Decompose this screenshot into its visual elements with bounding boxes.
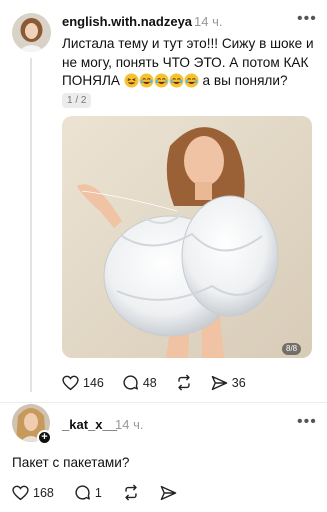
repost-icon xyxy=(125,484,137,501)
send-icon xyxy=(160,485,177,500)
joy-emoji xyxy=(154,73,169,88)
repost-icon xyxy=(178,374,190,391)
share-count: 36 xyxy=(231,375,246,390)
comment-button[interactable]: 48 xyxy=(122,374,157,391)
repost-button[interactable] xyxy=(175,374,193,391)
post-actions: 146 48 36 xyxy=(62,374,246,391)
comment-icon xyxy=(123,375,138,390)
post-image[interactable] xyxy=(62,116,312,358)
reply-comment-count: 1 xyxy=(94,485,102,500)
reply-text: Пакет с пакетами? xyxy=(12,455,130,470)
follow-plus-icon[interactable]: + xyxy=(37,430,52,445)
heart-icon xyxy=(12,485,29,500)
post-time: 14 ч. xyxy=(194,14,223,29)
reply-share-button[interactable] xyxy=(160,485,177,501)
heart-icon xyxy=(62,375,79,390)
more-horizontal-icon[interactable]: ••• xyxy=(297,414,317,430)
thread-line xyxy=(30,58,32,392)
share-button[interactable]: 36 xyxy=(211,375,246,391)
reply-like-count: 168 xyxy=(33,485,54,500)
comment-count: 48 xyxy=(142,375,157,390)
like-button[interactable]: 146 xyxy=(62,375,104,391)
divider xyxy=(0,402,327,403)
more-horizontal-icon[interactable]: ••• xyxy=(297,11,317,27)
reply-repost-button[interactable] xyxy=(122,484,140,501)
reply-username[interactable]: _kat_x__ xyxy=(62,417,117,432)
post-text: Листала тему и тут это!!! Сижу в шоке и … xyxy=(62,35,324,91)
joy-emoji xyxy=(139,73,154,88)
reply-time: 14 ч. xyxy=(115,417,144,432)
reply-comment-button[interactable]: 1 xyxy=(74,484,102,501)
emoji-row xyxy=(124,73,199,88)
text-pager: 1 / 2 xyxy=(62,93,92,108)
send-icon xyxy=(211,375,228,390)
post-avatar[interactable] xyxy=(12,13,51,52)
post-username[interactable]: english.with.nadzeya xyxy=(62,14,192,29)
post-text-tail: а вы поняли? xyxy=(202,73,288,88)
reply-like-button[interactable]: 168 xyxy=(12,485,54,501)
image-counter: 8/8 xyxy=(282,343,302,355)
like-count: 146 xyxy=(83,375,104,390)
reply-actions: 168 1 xyxy=(12,484,177,501)
joy-emoji xyxy=(184,73,199,88)
comment-icon xyxy=(75,485,90,500)
grin-squint-emoji xyxy=(124,73,139,88)
joy-emoji xyxy=(169,73,184,88)
